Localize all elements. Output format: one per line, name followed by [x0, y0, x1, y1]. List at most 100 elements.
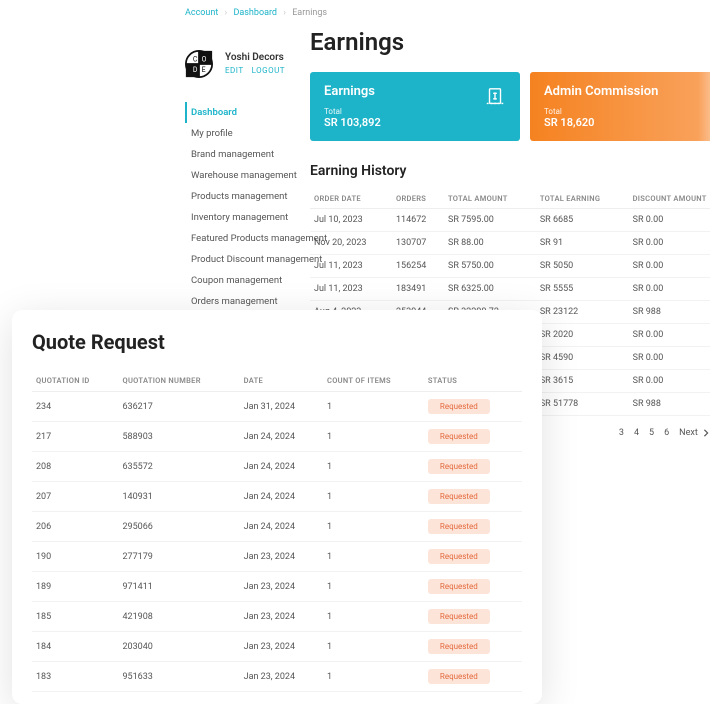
table-row[interactable]: Jul 11, 2023183491SR 6325.00SR 5555SR 0.… [310, 278, 710, 301]
cell: 635572 [118, 452, 239, 482]
cell: Requested [424, 422, 522, 452]
table-row[interactable]: 189971411Jan 23, 20241Requested [32, 572, 522, 602]
status-badge: Requested [428, 549, 490, 564]
sidebar-nav: DashboardMy profileBrand managementWareh… [185, 102, 300, 333]
cell: 1 [323, 572, 424, 602]
sidebar-item-my-profile[interactable]: My profile [185, 123, 300, 144]
cell: Requested [424, 662, 522, 692]
cell: 421908 [118, 602, 239, 632]
sidebar-item-orders-management[interactable]: Orders management [185, 291, 300, 312]
cell: 208 [32, 452, 118, 482]
cell: 951633 [118, 662, 239, 692]
cell: 156254 [392, 255, 444, 278]
cell: 234 [32, 392, 118, 422]
cell: SR 51778 [536, 393, 629, 416]
cell: 130707 [392, 232, 444, 255]
logout-link[interactable]: LOGOUT [252, 66, 285, 75]
cell: Requested [424, 452, 522, 482]
sidebar-item-featured-products-management[interactable]: Featured Products management [185, 228, 300, 249]
invoice-icon [484, 86, 506, 112]
col-header: COUNT OF ITEMS [323, 370, 424, 392]
cell: 184 [32, 632, 118, 662]
table-row[interactable]: 208635572Jan 24, 20241Requested [32, 452, 522, 482]
table-row[interactable]: 217588903Jan 24, 20241Requested [32, 422, 522, 452]
table-row[interactable]: 207140931Jan 24, 20241Requested [32, 482, 522, 512]
col-header: QUOTATION NUMBER [118, 370, 239, 392]
col-header: TOTAL AMOUNT [444, 189, 536, 209]
table-row[interactable]: 234636217Jan 31, 20241Requested [32, 392, 522, 422]
cell: SR 0.00 [629, 278, 710, 301]
table-row[interactable]: Jul 11, 2023156254SR 5750.00SR 5050SR 0.… [310, 255, 710, 278]
page-title: Earnings [310, 28, 710, 56]
table-row[interactable]: 190277179Jan 23, 20241Requested [32, 542, 522, 572]
cell: 277179 [118, 542, 239, 572]
cell: SR 0.00 [629, 347, 710, 370]
cell: 183 [32, 662, 118, 692]
cell: SR 2020 [536, 324, 629, 347]
cell: SR 0.00 [629, 232, 710, 255]
cell: Jan 24, 2024 [240, 482, 323, 512]
cell: Jan 24, 2024 [240, 452, 323, 482]
cell: Jan 23, 2024 [240, 542, 323, 572]
cell: Jan 24, 2024 [240, 512, 323, 542]
table-row[interactable]: Jul 10, 2023114672SR 7595.00SR 6685SR 0.… [310, 209, 710, 232]
cell: Jan 24, 2024 [240, 422, 323, 452]
sidebar-item-warehouse-management[interactable]: Warehouse management [185, 165, 300, 186]
sidebar-item-product-discount-management[interactable]: Product Discount management [185, 249, 300, 270]
commission-card-sub: Total [544, 107, 710, 116]
next-button[interactable]: Next [679, 428, 710, 438]
sidebar-item-coupon-management[interactable]: Coupon management [185, 270, 300, 291]
table-row[interactable]: 184203040Jan 23, 20241Requested [32, 632, 522, 662]
cell: 140931 [118, 482, 239, 512]
earnings-card-sub: Total [324, 107, 506, 116]
earnings-card-value: SR 103,892 [324, 116, 506, 129]
page-4[interactable]: 4 [634, 428, 639, 438]
status-badge: Requested [428, 519, 490, 534]
status-badge: Requested [428, 609, 490, 624]
table-row[interactable]: 185421908Jan 23, 20241Requested [32, 602, 522, 632]
earnings-card: Earnings Total SR 103,892 [310, 72, 520, 141]
quote-request-panel: Quote Request QUOTATION IDQUOTATION NUMB… [12, 310, 542, 704]
table-row[interactable]: Nov 20, 2023130707SR 88.00SR 91SR 0.00 [310, 232, 710, 255]
col-header: TOTAL EARNING [536, 189, 629, 209]
cell: 207 [32, 482, 118, 512]
table-row[interactable]: 206295066Jan 24, 20241Requested [32, 512, 522, 542]
sidebar-item-inventory-management[interactable]: Inventory management [185, 207, 300, 228]
col-header: DISCOUNT AMOUNT [629, 189, 710, 209]
sidebar-item-brand-management[interactable]: Brand management [185, 144, 300, 165]
chevron-right-icon: › [225, 8, 228, 18]
status-badge: Requested [428, 429, 490, 444]
cell: 1 [323, 422, 424, 452]
col-header: ORDER DATE [310, 189, 392, 209]
edit-link[interactable]: EDIT [225, 66, 244, 75]
cell: 217 [32, 422, 118, 452]
sidebar-item-products-management[interactable]: Products management [185, 186, 300, 207]
page-3[interactable]: 3 [619, 428, 624, 438]
cell: SR 0.00 [629, 324, 710, 347]
sidebar-item-dashboard[interactable]: Dashboard [185, 102, 300, 123]
cell: 1 [323, 542, 424, 572]
breadcrumb-current: Earnings [292, 8, 327, 18]
cell: 1 [323, 392, 424, 422]
cell: SR 0.00 [629, 255, 710, 278]
commission-card-title: Admin Commission [544, 84, 710, 99]
table-row[interactable]: 183951633Jan 23, 20241Requested [32, 662, 522, 692]
cell: Nov 20, 2023 [310, 232, 392, 255]
page-6[interactable]: 6 [664, 428, 669, 438]
cell: 1 [323, 602, 424, 632]
status-badge: Requested [428, 489, 490, 504]
cell: SR 3615 [536, 370, 629, 393]
page-5[interactable]: 5 [649, 428, 654, 438]
cell: SR 91 [536, 232, 629, 255]
chevron-right-icon: › [283, 8, 286, 18]
cell: 206 [32, 512, 118, 542]
breadcrumb-account[interactable]: Account [185, 8, 218, 18]
cell: Jul 10, 2023 [310, 209, 392, 232]
cell: Requested [424, 392, 522, 422]
cell: SR 5050 [536, 255, 629, 278]
col-header: ORDERS [392, 189, 444, 209]
cell: Requested [424, 482, 522, 512]
commission-card-value: SR 18,620 [544, 116, 710, 129]
breadcrumb-dashboard[interactable]: Dashboard [233, 8, 277, 18]
status-badge: Requested [428, 399, 490, 414]
